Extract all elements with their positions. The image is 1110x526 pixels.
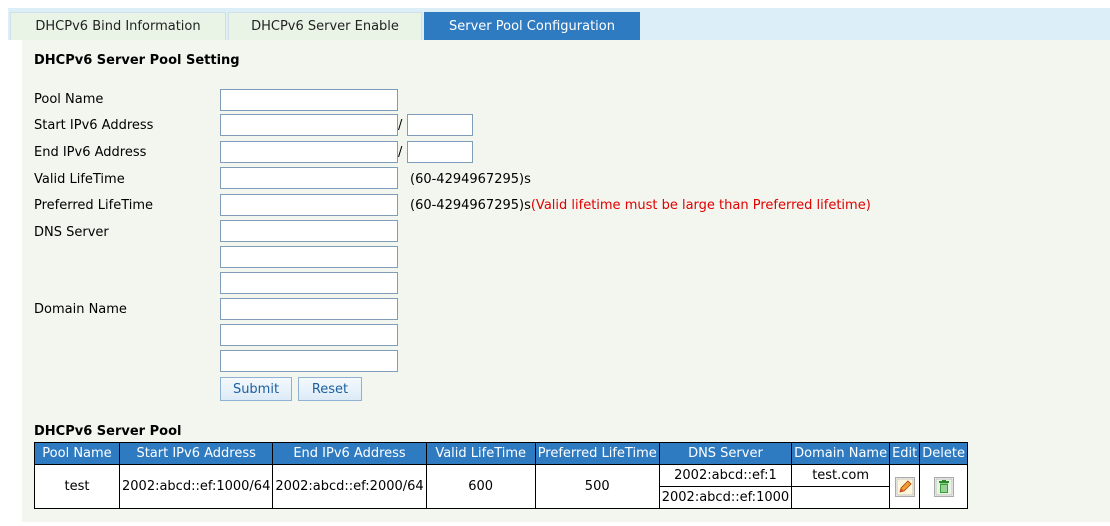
pool-table: Pool Name Start IPv6 Address End IPv6 Ad…: [34, 442, 968, 509]
tab-bind-information[interactable]: DHCPv6 Bind Information: [10, 12, 226, 40]
pool-table-title: DHCPv6 Server Pool: [34, 424, 182, 439]
domain-name-input-3[interactable]: [220, 350, 398, 372]
domain-name-input-2[interactable]: [220, 324, 398, 346]
table-row: test 2002:abcd::ef:1000/64 2002:abcd::ef…: [34, 464, 968, 509]
pencil-icon[interactable]: [894, 476, 915, 497]
cell-domain-name: test.com: [791, 464, 891, 487]
cell-domain-name-empty: [791, 486, 891, 509]
cell-edit: [889, 464, 921, 509]
trash-icon[interactable]: [933, 476, 954, 497]
cell-start-ipv6: 2002:abcd::ef:1000/64: [118, 464, 274, 509]
submit-button[interactable]: Submit: [220, 377, 292, 401]
col-domain-name: Domain Name: [791, 442, 891, 465]
pool-name-input[interactable]: [220, 89, 398, 111]
preferred-range-text: (60-4294967295)s: [410, 198, 531, 213]
valid-lifetime-input[interactable]: [220, 167, 398, 189]
cell-valid-lifetime: 600: [425, 464, 536, 509]
cell-end-ipv6: 2002:abcd::ef:2000/64: [272, 464, 427, 509]
col-pool-name: Pool Name: [34, 442, 120, 465]
pool-table-header: Pool Name Start IPv6 Address End IPv6 Ad…: [34, 442, 968, 465]
col-dns-server: DNS Server: [658, 442, 793, 465]
valid-lifetime-hint: (60-4294967295)s: [410, 172, 531, 187]
col-start-ipv6: Start IPv6 Address: [118, 442, 274, 465]
domain-name-label: Domain Name: [34, 302, 127, 317]
preferred-lifetime-hint: (60-4294967295)s(Valid lifetime must be …: [410, 198, 871, 213]
end-ipv6-input[interactable]: [220, 141, 398, 163]
tab-server-enable[interactable]: DHCPv6 Server Enable: [228, 12, 422, 40]
col-delete: Delete: [919, 442, 968, 465]
reset-button[interactable]: Reset: [298, 377, 362, 401]
valid-lifetime-label: Valid LifeTime: [34, 172, 125, 187]
start-ipv6-label: Start IPv6 Address: [34, 118, 154, 133]
dns-server-input-2[interactable]: [220, 246, 398, 268]
dns-server-input-1[interactable]: [220, 220, 398, 242]
col-end-ipv6: End IPv6 Address: [272, 442, 427, 465]
lifetime-warning: (Valid lifetime must be large than Prefe…: [530, 198, 871, 213]
preferred-lifetime-label: Preferred LifeTime: [34, 198, 154, 213]
start-ipv6-input[interactable]: [220, 114, 398, 136]
start-prefix-input[interactable]: [407, 114, 473, 136]
end-slash: /: [398, 145, 403, 160]
cell-delete: [919, 464, 968, 509]
col-valid-lifetime: Valid LifeTime: [425, 442, 536, 465]
pool-name-label: Pool Name: [34, 92, 104, 107]
col-edit: Edit: [889, 442, 921, 465]
dns-server-label: DNS Server: [34, 225, 109, 240]
form-title: DHCPv6 Server Pool Setting: [34, 53, 240, 68]
end-ipv6-label: End IPv6 Address: [34, 145, 147, 160]
tab-server-pool-configuration[interactable]: Server Pool Configuration: [424, 12, 640, 40]
col-preferred-lifetime: Preferred LifeTime: [534, 442, 660, 465]
cell-pool-name: test: [34, 464, 120, 509]
cell-preferred-lifetime: 500: [534, 464, 660, 509]
tab-bar: DHCPv6 Bind Information DHCPv6 Server En…: [8, 8, 1110, 40]
dns-server-input-3[interactable]: [220, 272, 398, 294]
cell-dns-server-2: 2002:abcd::ef:1000: [658, 486, 793, 509]
cell-dns-server-1: 2002:abcd::ef:1: [658, 464, 793, 487]
end-prefix-input[interactable]: [407, 141, 473, 163]
domain-name-input-1[interactable]: [220, 298, 398, 320]
start-slash: /: [398, 118, 403, 133]
preferred-lifetime-input[interactable]: [220, 194, 398, 216]
